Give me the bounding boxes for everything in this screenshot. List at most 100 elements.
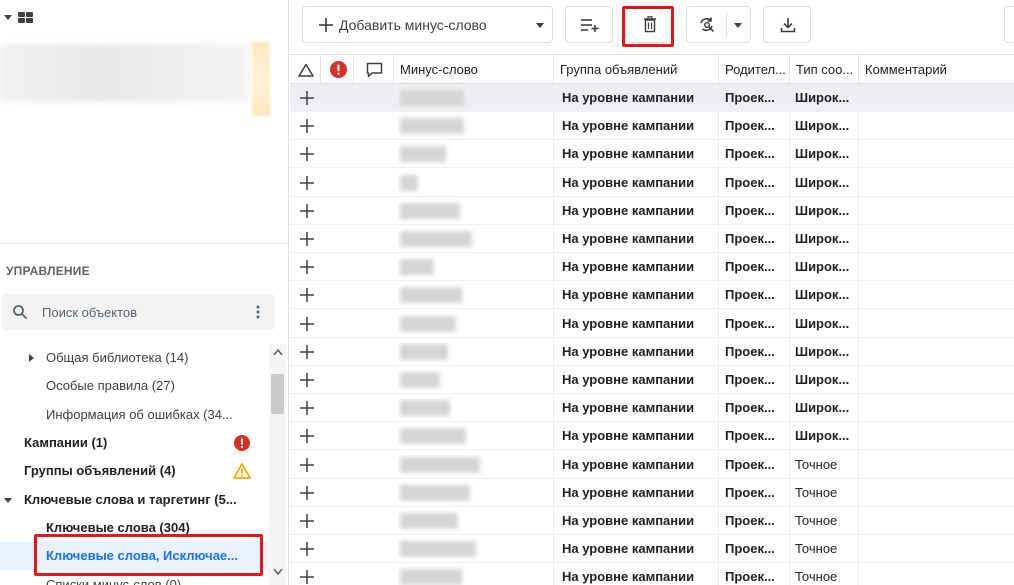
- match-type-cell[interactable]: Широк...: [795, 394, 857, 422]
- scrollbar-thumb[interactable]: [271, 374, 284, 414]
- parent-cell[interactable]: Проек...: [725, 197, 789, 225]
- chevron-down-icon[interactable]: [4, 498, 12, 503]
- table-row[interactable]: На уровне кампании Проек... Широк...: [290, 197, 1014, 225]
- match-type-cell[interactable]: Точное: [795, 479, 857, 507]
- tree-item-error-info[interactable]: Информация об ошибках (34...: [0, 401, 268, 429]
- ad-group-cell[interactable]: На уровне кампании: [562, 366, 718, 394]
- match-type-cell[interactable]: Широк...: [795, 338, 857, 366]
- expand-row-button[interactable]: [300, 366, 318, 394]
- replace-text-button[interactable]: [686, 6, 751, 43]
- expand-row-button[interactable]: [300, 225, 318, 253]
- tree-item-ad-groups[interactable]: Группы объявлений (4): [0, 457, 268, 485]
- match-type-cell[interactable]: Точное: [795, 451, 857, 479]
- expand-row-button[interactable]: [300, 281, 318, 309]
- table-row[interactable]: На уровне кампании Проек... Широк...: [290, 281, 1014, 310]
- table-row[interactable]: На уровне кампании Проек... Точное: [290, 451, 1014, 479]
- ad-group-cell[interactable]: На уровне кампании: [562, 253, 718, 281]
- chevron-down-icon[interactable]: [4, 15, 12, 20]
- bulk-add-button[interactable]: [565, 6, 613, 43]
- add-negative-keyword-button[interactable]: Добавить минус-слово: [302, 6, 553, 43]
- column-header-parent[interactable]: Родител...: [719, 55, 790, 84]
- ad-group-cell[interactable]: На уровне кампании: [562, 394, 718, 422]
- ad-group-cell[interactable]: На уровне кампании: [562, 422, 718, 450]
- column-header-comment[interactable]: Комментарий: [859, 55, 1014, 84]
- parent-cell[interactable]: Проек...: [725, 169, 789, 197]
- chevron-down-icon[interactable]: [734, 23, 742, 28]
- expand-row-button[interactable]: [300, 197, 318, 225]
- match-type-cell[interactable]: Широк...: [795, 197, 857, 225]
- table-row[interactable]: На уровне кампании Проек... Широк...: [290, 366, 1014, 394]
- parent-cell[interactable]: Проек...: [725, 84, 789, 112]
- match-type-cell[interactable]: Широк...: [795, 112, 857, 140]
- match-type-cell[interactable]: Широк...: [795, 422, 857, 450]
- parent-cell[interactable]: Проек...: [725, 310, 789, 338]
- expand-row-button[interactable]: [300, 535, 318, 563]
- negative-word-cell-redacted[interactable]: [398, 253, 552, 281]
- parent-cell[interactable]: Проек...: [725, 225, 789, 253]
- negative-word-cell-redacted[interactable]: [398, 563, 552, 585]
- negative-word-cell-redacted[interactable]: [398, 366, 552, 394]
- search-input[interactable]: [42, 302, 247, 322]
- expand-row-button[interactable]: [300, 451, 318, 479]
- negative-word-cell-redacted[interactable]: [398, 197, 552, 225]
- table-row[interactable]: На уровне кампании Проек... Широк...: [290, 112, 1014, 141]
- parent-cell[interactable]: Проек...: [725, 451, 789, 479]
- account-switcher[interactable]: [4, 12, 33, 23]
- parent-cell[interactable]: Проек...: [725, 338, 789, 366]
- scroll-down-icon[interactable]: [273, 568, 283, 576]
- match-type-cell[interactable]: Точное: [795, 507, 857, 535]
- delete-button[interactable]: [625, 6, 673, 43]
- match-type-cell[interactable]: Точное: [795, 563, 857, 585]
- match-type-cell[interactable]: Широк...: [795, 253, 857, 281]
- parent-cell[interactable]: Проек...: [725, 112, 789, 140]
- table-row[interactable]: На уровне кампании Проек... Широк...: [290, 253, 1014, 282]
- negative-word-cell-redacted[interactable]: [398, 140, 552, 168]
- match-type-cell[interactable]: Широк...: [795, 84, 857, 112]
- status-column-header[interactable]: [321, 55, 354, 84]
- table-row[interactable]: На уровне кампании Проек... Широк...: [290, 394, 1014, 423]
- ad-group-cell[interactable]: На уровне кампании: [562, 225, 718, 253]
- chevron-down-icon[interactable]: [536, 23, 544, 28]
- match-type-cell[interactable]: Широк...: [795, 225, 857, 253]
- table-row[interactable]: На уровне кампании Проек... Точное: [290, 563, 1014, 585]
- parent-cell[interactable]: Проек...: [725, 253, 789, 281]
- parent-cell[interactable]: Проек...: [725, 366, 789, 394]
- comment-column-header[interactable]: [354, 55, 394, 84]
- ad-group-cell[interactable]: На уровне кампании: [562, 535, 718, 563]
- column-header-ad-group[interactable]: Группа объявлений: [554, 55, 719, 84]
- expand-row-button[interactable]: [300, 338, 318, 366]
- expand-row-button[interactable]: [300, 310, 318, 338]
- expand-row-button[interactable]: [300, 507, 318, 535]
- expand-row-button[interactable]: [300, 140, 318, 168]
- ad-group-cell[interactable]: На уровне кампании: [562, 112, 718, 140]
- sort-column-header[interactable]: [290, 55, 321, 84]
- expand-row-button[interactable]: [300, 169, 318, 197]
- match-type-cell[interactable]: Широк...: [795, 140, 857, 168]
- parent-cell[interactable]: Проек...: [725, 479, 789, 507]
- ad-group-cell[interactable]: На уровне кампании: [562, 507, 718, 535]
- negative-word-cell-redacted[interactable]: [398, 422, 552, 450]
- table-row[interactable]: На уровне кампании Проек... Широк...: [290, 310, 1014, 338]
- ad-group-cell[interactable]: На уровне кампании: [562, 140, 718, 168]
- column-header-match-type[interactable]: Тип соо...: [790, 55, 859, 84]
- negative-word-cell-redacted[interactable]: [398, 338, 552, 366]
- tree-item-negative-keywords[interactable]: Ключевые слова, Исключае...: [0, 542, 268, 570]
- expand-row-button[interactable]: [300, 253, 318, 281]
- ad-group-cell[interactable]: На уровне кампании: [562, 197, 718, 225]
- table-row[interactable]: На уровне кампании Проек... Широк...: [290, 338, 1014, 366]
- ad-group-cell[interactable]: На уровне кампании: [562, 451, 718, 479]
- tree-item-shared-library[interactable]: Общая библиотека (14): [0, 344, 268, 372]
- parent-cell[interactable]: Проек...: [725, 563, 789, 585]
- table-row[interactable]: На уровне кампании Проек... Точное: [290, 507, 1014, 535]
- match-type-cell[interactable]: Широк...: [795, 310, 857, 338]
- ad-group-cell[interactable]: На уровне кампании: [562, 479, 718, 507]
- negative-word-cell-redacted[interactable]: [398, 169, 552, 197]
- table-row[interactable]: На уровне кампании Проек... Широк...: [290, 225, 1014, 253]
- table-row[interactable]: На уровне кампании Проек... Широк...: [290, 84, 1014, 112]
- scroll-up-icon[interactable]: [273, 348, 283, 356]
- parent-cell[interactable]: Проек...: [725, 140, 789, 168]
- parent-cell[interactable]: Проек...: [725, 507, 789, 535]
- ad-group-cell[interactable]: На уровне кампании: [562, 84, 718, 112]
- tree-item-campaigns[interactable]: Кампании (1): [0, 429, 268, 457]
- table-row[interactable]: На уровне кампании Проек... Широк...: [290, 169, 1014, 197]
